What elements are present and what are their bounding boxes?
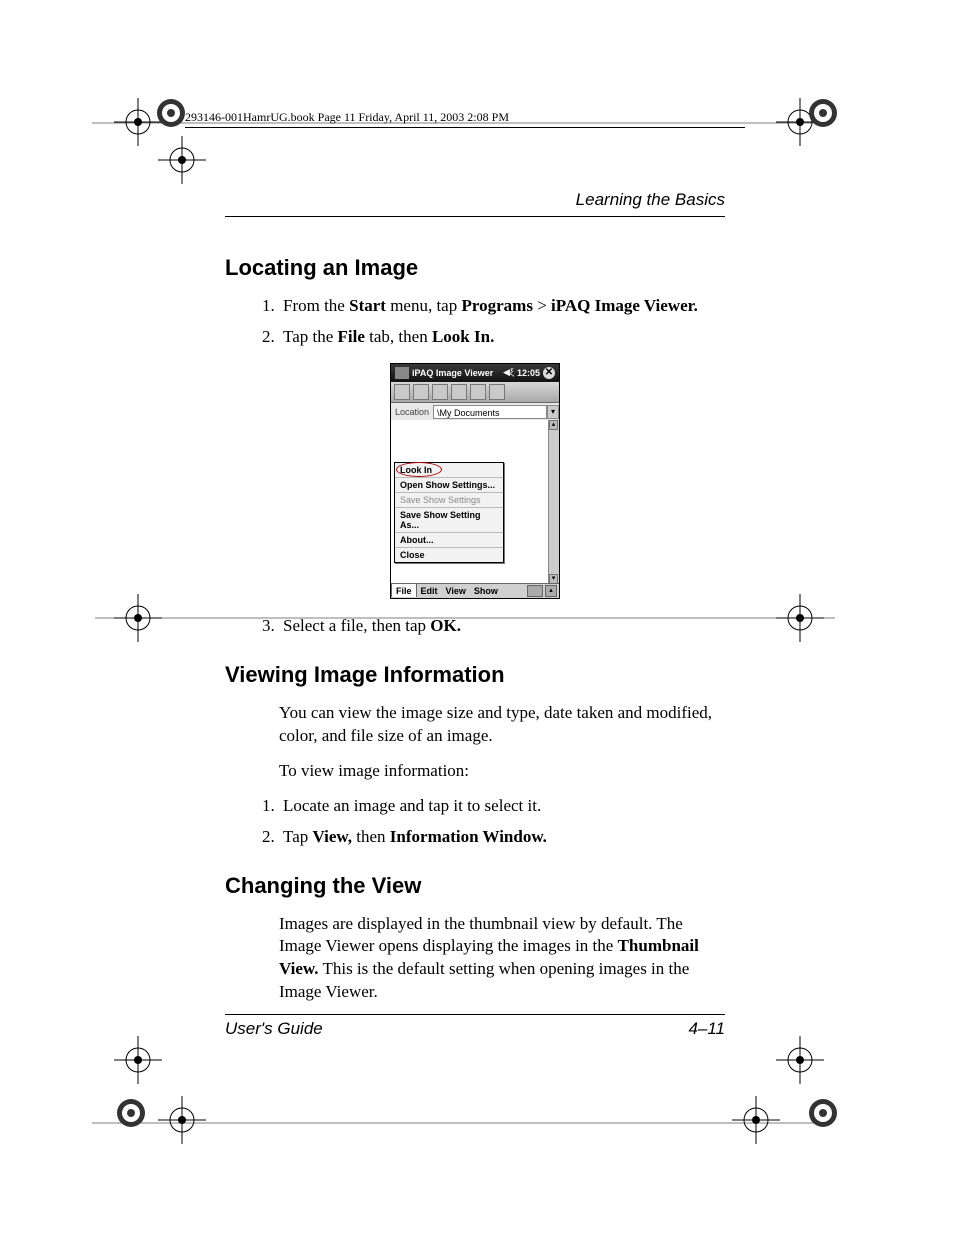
step-1: From the Start menu, tap Programs > iPAQ… (279, 295, 725, 318)
screenshot-time: 12:05 (517, 368, 540, 378)
bold-text: Look In. (432, 327, 494, 346)
section-heading-changing: Changing the View (225, 873, 725, 899)
para-viewing-2: To view image information: (279, 760, 725, 783)
steps-locating-cont: Select a file, then tap OK. (279, 615, 725, 638)
step-2: Tap the File tab, then Look In. (279, 326, 725, 349)
rosette-icon (805, 95, 841, 131)
page-content: Learning the Basics Locating an Image Fr… (225, 190, 725, 1016)
bold-text: iPAQ Image Viewer. (551, 296, 698, 315)
sip-up-icon[interactable]: ▴ (545, 585, 557, 597)
print-header-text: 293146-001HamrUG.book Page 11 Friday, Ap… (185, 110, 509, 124)
dropdown-icon[interactable]: ▾ (547, 405, 559, 419)
toolbar-button[interactable] (451, 384, 467, 400)
register-target-icon (726, 1090, 786, 1150)
screenshot-title: iPAQ Image Viewer (412, 368, 503, 378)
toolbar-button[interactable] (470, 384, 486, 400)
file-menu-popup: Look In Open Show Settings... Save Show … (394, 462, 504, 563)
menu-item-open-show-settings[interactable]: Open Show Settings... (395, 478, 503, 493)
menu-item-close[interactable]: Close (395, 548, 503, 562)
menu-item-save-show-settings: Save Show Settings (395, 493, 503, 508)
register-target-icon (152, 130, 212, 190)
register-target-icon (770, 588, 830, 648)
tab-show[interactable]: Show (470, 586, 502, 596)
para-changing: Images are displayed in the thumbnail vi… (279, 913, 725, 1005)
device-screenshot: iPAQ Image Viewer ◀ξ 12:05 ✕ Location \M… (390, 363, 560, 599)
text: > (533, 296, 551, 315)
section-heading-locating: Locating an Image (225, 255, 725, 281)
bold-text: View, (313, 827, 353, 846)
menu-item-save-show-as[interactable]: Save Show Setting As... (395, 508, 503, 533)
footer-right: 4–11 (688, 1019, 725, 1039)
text: Tap the (283, 327, 338, 346)
rosette-icon (805, 1095, 841, 1131)
text: Tap (283, 827, 313, 846)
menu-item-look-in[interactable]: Look In (395, 463, 503, 478)
bold-text: Programs (461, 296, 532, 315)
menu-item-about[interactable]: About... (395, 533, 503, 548)
toolbar-button[interactable] (489, 384, 505, 400)
rosette-icon (153, 95, 189, 131)
keyboard-icon[interactable] (527, 585, 543, 597)
screenshot-titlebar: iPAQ Image Viewer ◀ξ 12:05 ✕ (391, 364, 559, 382)
steps-viewing: Locate an image and tap it to select it.… (279, 795, 725, 849)
text: Select a file, then tap (283, 616, 430, 635)
screenshot-toolbar (391, 382, 559, 403)
section-heading-viewing: Viewing Image Information (225, 662, 725, 688)
page-footer: User's Guide 4–11 (225, 1014, 725, 1039)
bold-text: Start (349, 296, 386, 315)
para-viewing-1: You can view the image size and type, da… (279, 702, 725, 748)
bold-text: Information Window. (390, 827, 547, 846)
bold-text: File (338, 327, 365, 346)
running-head: Learning the Basics (225, 190, 725, 217)
scrollbar[interactable]: ▴ ▾ (548, 420, 559, 584)
toolbar-button[interactable] (413, 384, 429, 400)
footer-left: User's Guide (225, 1019, 323, 1039)
steps-locating: From the Start menu, tap Programs > iPAQ… (279, 295, 725, 349)
toolbar-button[interactable] (394, 384, 410, 400)
text: tab, then (365, 327, 432, 346)
text: This is the default setting when opening… (279, 959, 689, 1001)
text: menu, tap (386, 296, 462, 315)
rosette-icon (113, 1095, 149, 1131)
scroll-up-icon[interactable]: ▴ (549, 420, 558, 430)
location-label: Location (391, 407, 433, 417)
start-flag-icon[interactable] (395, 367, 409, 379)
toolbar-button[interactable] (432, 384, 448, 400)
tab-view[interactable]: View (442, 586, 470, 596)
location-field[interactable]: \My Documents (433, 405, 547, 419)
step-2: Tap View, then Information Window. (279, 826, 725, 849)
register-target-icon (108, 1030, 168, 1090)
screenshot-menubar: File Edit View Show ▴ (391, 583, 559, 598)
tab-file[interactable]: File (391, 583, 417, 597)
register-target-icon (770, 1030, 830, 1090)
menu-label: Look In (400, 465, 432, 475)
bold-text: OK. (430, 616, 461, 635)
text: then (352, 827, 390, 846)
step-1: Locate an image and tap it to select it. (279, 795, 725, 818)
register-target-icon (108, 588, 168, 648)
print-header: 293146-001HamrUG.book Page 11 Friday, Ap… (185, 110, 745, 128)
tab-edit[interactable]: Edit (417, 586, 442, 596)
close-icon[interactable]: ✕ (543, 367, 555, 379)
text: From the (283, 296, 349, 315)
speaker-icon[interactable]: ◀ξ (503, 367, 514, 378)
register-target-icon (152, 1090, 212, 1150)
step-3: Select a file, then tap OK. (279, 615, 725, 638)
